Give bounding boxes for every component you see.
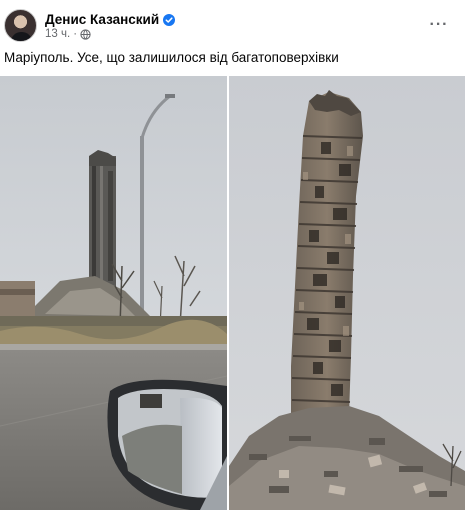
photo-grid (0, 76, 465, 516)
author-name[interactable]: Денис Казанский (45, 12, 159, 27)
post-header: Денис Казанский 13 ч. · ··· (4, 9, 461, 45)
more-options-icon[interactable]: ··· (425, 13, 453, 37)
post-meta: 13 ч. · (45, 28, 91, 40)
author-line: Денис Казанский (45, 11, 176, 27)
author-avatar[interactable] (4, 9, 37, 42)
photo-right[interactable] (229, 76, 465, 510)
post-text: Маріуполь. Усе, що залишилося від багато… (4, 50, 339, 65)
photo-left[interactable] (0, 76, 227, 510)
globe-icon[interactable] (80, 28, 91, 40)
post-timestamp[interactable]: 13 ч. (45, 28, 70, 40)
meta-separator: · (73, 28, 78, 40)
verified-badge-icon (163, 13, 176, 26)
facebook-post: Денис Казанский 13 ч. · ··· Маріуполь. У… (0, 0, 465, 516)
